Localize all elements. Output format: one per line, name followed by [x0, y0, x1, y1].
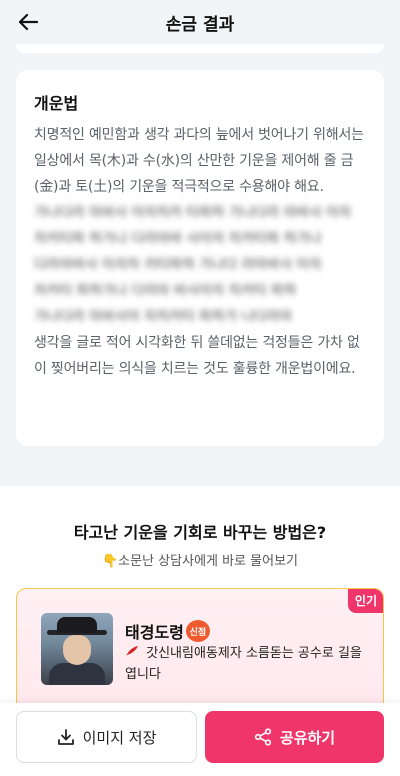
save-image-button[interactable]: 이미지 저장 [16, 711, 197, 763]
save-image-label: 이미지 저장 [82, 728, 157, 747]
back-button[interactable] [14, 9, 42, 35]
share-icon [254, 728, 271, 746]
share-label: 공유하기 [279, 728, 336, 747]
counselor-avatar [41, 613, 113, 685]
counselor-name: 태경도령 [125, 623, 184, 642]
popular-badge: 인기 [347, 589, 383, 613]
card-title: 개운법 [34, 94, 79, 113]
blurred-content: 가나다라 마바사 아자차카 타파하 가나다라 마바사 아자 차카타파 하가나 다… [34, 205, 352, 325]
card-text-top: 치명적인 예민함과 생각 과다의 늪에서 벗어나기 위해서는 일상에서 목(木)… [34, 127, 364, 195]
section-title: 타고난 기운을 기회로 바꾸는 방법은? [73, 523, 327, 542]
counselor-card[interactable]: 인기 태경도령 신점 갓신내림애동제자 소름돋는 공수로 길을 엽니다 [16, 588, 384, 712]
fortune-method-card: 개운법 치명적인 예민함과 생각 과다의 늪에서 벗어나기 위해서는 일상에서 … [16, 70, 384, 446]
feather-icon [125, 646, 143, 661]
app-header: 손금 결과 [0, 0, 400, 44]
new-badge: 신점 [185, 620, 210, 642]
card-body: 치명적인 예민함과 생각 과다의 늪에서 벗어나기 위해서는 일상에서 목(木)… [34, 122, 366, 382]
card-text-bottom: 생각을 글로 적어 시각화한 뒤 쓸데없는 걱정들은 가차 없이 찢어버리는 의… [34, 335, 360, 377]
counselor-description: 갓신내림애동제자 소름돋는 공수로 길을 엽니다 [125, 643, 365, 685]
counselor-name-row: 태경도령 신점 [125, 619, 210, 643]
share-button[interactable]: 공유하기 [205, 711, 384, 763]
counselor-desc-text: 갓신내림애동제자 소름돋는 공수로 길을 엽니다 [125, 646, 362, 682]
page-title: 손금 결과 [165, 14, 235, 35]
bottom-action-bar: 이미지 저장 공유하기 [0, 703, 400, 776]
section-subtitle: 👇소문난 상담사에게 바로 물어보기 [101, 554, 299, 569]
download-icon [57, 729, 74, 745]
previous-card-edge [16, 44, 384, 53]
arrow-left-icon [18, 13, 38, 31]
